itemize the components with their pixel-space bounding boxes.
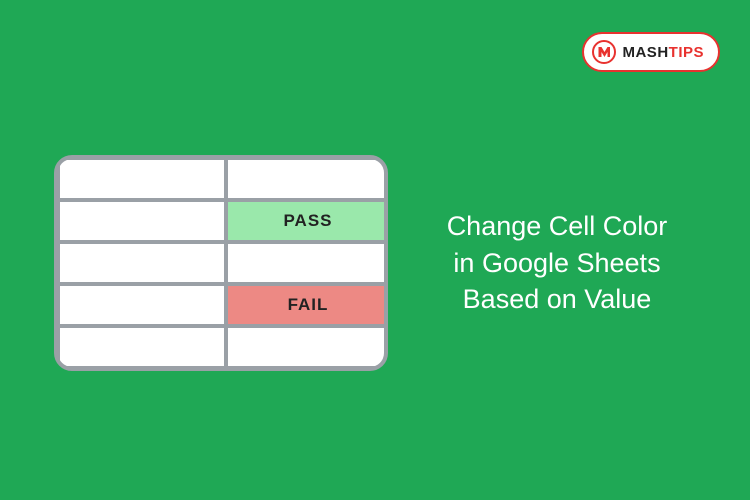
headline-line-2: in Google Sheets [412, 245, 702, 281]
logo-text: MASHTIPS [622, 44, 704, 61]
cell-a3 [60, 244, 224, 282]
spreadsheet-table: PASS FAIL [54, 155, 388, 371]
cell-a4 [60, 286, 224, 324]
cell-b3 [228, 244, 388, 282]
cell-a2 [60, 202, 224, 240]
brand-logo: MASHTIPS [582, 32, 720, 72]
headline-text: Change Cell Color in Google Sheets Based… [412, 208, 702, 317]
cell-a5 [60, 328, 224, 366]
logo-m-icon [592, 40, 616, 64]
logo-text-right: TIPS [669, 44, 704, 61]
cell-b5 [228, 328, 388, 366]
content-row: PASS FAIL Change Cell Color in Google Sh… [54, 155, 702, 371]
cell-b2-pass: PASS [228, 202, 388, 240]
headline-line-3: Based on Value [412, 281, 702, 317]
cell-b4-fail: FAIL [228, 286, 388, 324]
cell-b1 [228, 160, 388, 198]
spreadsheet-grid: PASS FAIL [60, 160, 382, 366]
logo-text-left: MASH [622, 44, 668, 61]
cell-a1 [60, 160, 224, 198]
headline-line-1: Change Cell Color [412, 208, 702, 244]
